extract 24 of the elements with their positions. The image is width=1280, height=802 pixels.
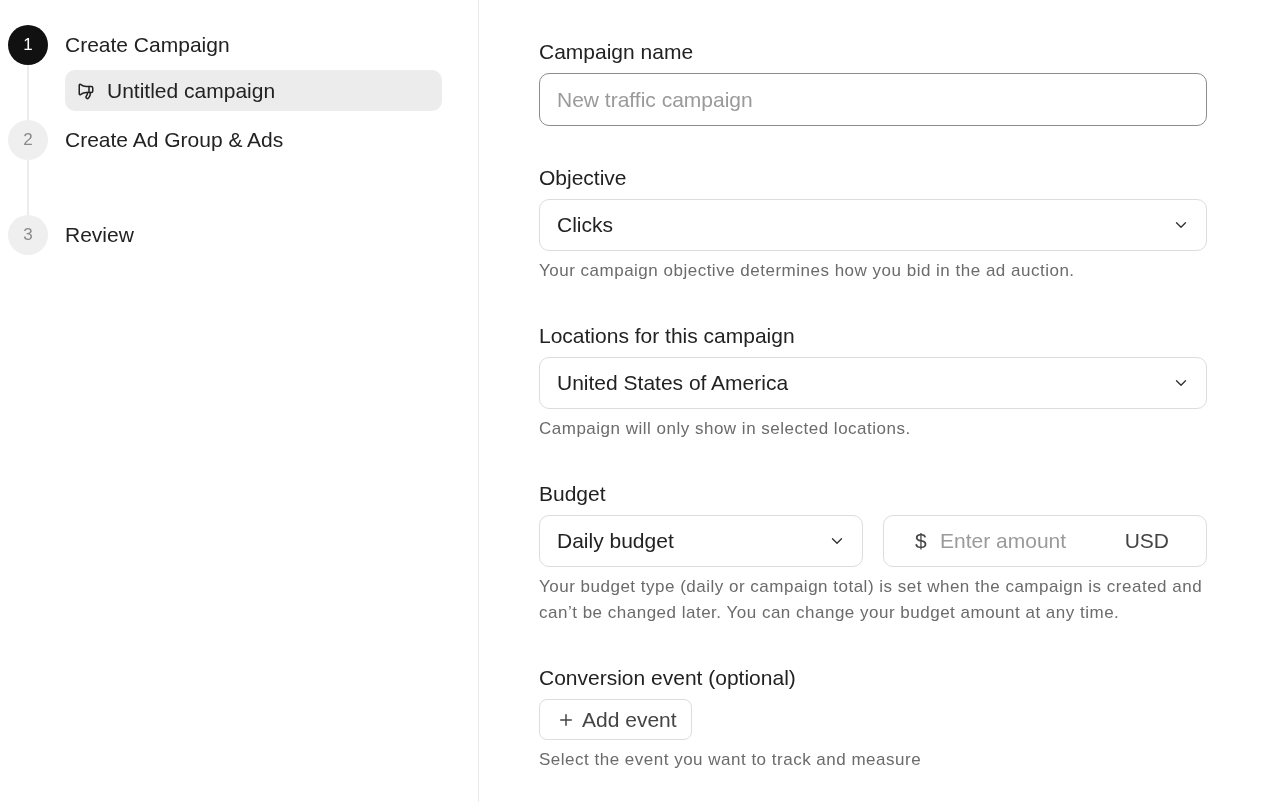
field-label: Campaign name <box>539 40 694 64</box>
select-dropdown[interactable]: Daily budget <box>539 515 863 567</box>
step-number: 2 <box>8 120 48 160</box>
currency-label: USD <box>1124 528 1169 555</box>
step-label: Review <box>65 222 134 249</box>
field-label: Conversion event (optional) <box>539 666 796 690</box>
step-label: Create Campaign <box>65 32 230 59</box>
currency-symbol: $ <box>915 528 927 555</box>
text-input[interactable]: New traffic campaign <box>539 73 1207 126</box>
add-event-button[interactable]: Add event <box>539 699 692 740</box>
help-text: Select the event you want to track and measure <box>539 749 923 771</box>
step-number: 3 <box>8 215 48 255</box>
help-text: Your budget type (daily or campaign total) is set when the campaign is created and can’t be changed later. You can change your budget amount at any time. <box>539 576 1204 624</box>
megaphone-icon <box>77 81 95 100</box>
step-number: 1 <box>8 25 48 65</box>
help-text: Your campaign objective determines how you bid in the ad auction. <box>539 260 1076 282</box>
field-label: Locations for this campaign <box>539 324 795 348</box>
step-label: Create Ad Group & Ads <box>65 127 284 154</box>
select-dropdown[interactable]: Clicks <box>539 199 1207 251</box>
campaign-list-item[interactable]: Untitled campaign <box>65 70 442 111</box>
select-dropdown[interactable]: United States of America <box>539 357 1207 409</box>
field-label: Objective <box>539 166 627 190</box>
help-text: Campaign will only show in selected locations. <box>539 418 912 440</box>
field-label: Budget <box>539 482 606 506</box>
